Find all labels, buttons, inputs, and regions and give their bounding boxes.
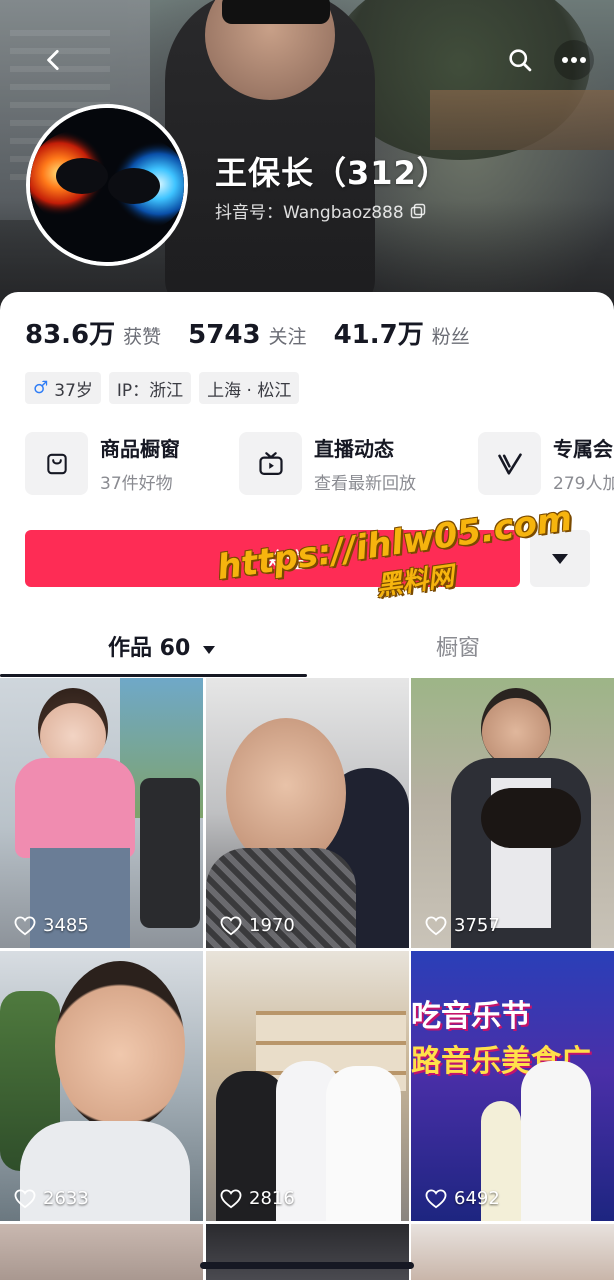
video-thumbnail[interactable]: 吃音乐节 路音乐美食广 6492 (411, 951, 614, 1221)
video-thumbnail[interactable]: 2633 (0, 951, 203, 1221)
stat-likes[interactable]: 83.6万 获赞 (25, 314, 161, 351)
shopping-bag-icon (25, 432, 88, 495)
v-badge-icon (478, 432, 541, 495)
profile-tags: ♂ 37岁 IP：浙江 上海 · 松江 (25, 372, 300, 404)
video-likes-count: 1970 (249, 915, 295, 936)
video-grid: 3485 1970 3757 2633 2816 吃音乐节 路音乐美食广 649… (0, 678, 614, 1280)
video-thumbnail[interactable] (411, 1224, 614, 1280)
video-thumbnail[interactable]: 3485 (0, 678, 203, 948)
service-live-subtitle: 查看最新回放 (314, 474, 416, 494)
search-button[interactable] (500, 40, 540, 80)
service-membership-title: 专属会 (553, 437, 613, 461)
stat-following-label: 关注 (268, 326, 307, 348)
heart-icon (14, 1188, 36, 1208)
more-horizontal-icon (562, 57, 586, 63)
content-tabs: 作品 60 橱窗 (0, 622, 614, 682)
tv-icon (239, 432, 302, 495)
tab-works-label: 作品 60 (108, 636, 191, 661)
video-overlay-title: 吃音乐节 (411, 999, 531, 1031)
cover-shopfront (430, 90, 614, 150)
video-thumbnail[interactable]: 1970 (206, 678, 409, 948)
stats-row: 83.6万 获赞 5743 关注 41.7万 粉丝 (25, 314, 497, 351)
avatar[interactable] (26, 104, 188, 266)
service-showcase-title: 商品橱窗 (100, 437, 180, 461)
service-live-title: 直播动态 (314, 437, 394, 461)
stat-followers[interactable]: 41.7万 粉丝 (334, 314, 470, 351)
chevron-left-icon (47, 49, 59, 71)
avatar-fire-ice-image (30, 108, 184, 262)
tag-gender-age: ♂ 37岁 (25, 372, 101, 404)
video-thumbnail[interactable]: 2816 (206, 951, 409, 1221)
more-options-button[interactable] (554, 40, 594, 80)
service-entries: 商品橱窗 37件好物 直播动态 查看最新回放 专属会 279人加 (25, 432, 614, 502)
service-live[interactable]: 直播动态 查看最新回放 (239, 432, 416, 495)
back-button[interactable] (36, 42, 72, 78)
home-indicator (200, 1262, 414, 1269)
tab-showcase[interactable]: 橱窗 (436, 630, 480, 662)
caret-down-icon (202, 646, 215, 654)
more-actions-button[interactable] (530, 530, 590, 587)
profile-name: 王保长（312） (215, 154, 450, 192)
tag-age-text: 37岁 (54, 380, 93, 401)
video-thumbnail[interactable] (0, 1224, 203, 1280)
male-icon: ♂ (33, 378, 49, 398)
stat-following-value: 5743 (188, 320, 261, 350)
cover-sunglasses (222, 0, 330, 24)
heart-icon (220, 1188, 242, 1208)
service-membership-subtitle: 279人加 (553, 474, 614, 494)
douyin-id-text: 抖音号：Wangbaoz888 (215, 203, 404, 223)
video-likes-count: 3485 (43, 915, 89, 936)
follow-button[interactable]: ＋关注 (25, 530, 520, 587)
stat-followers-label: 粉丝 (431, 326, 470, 348)
profile-card: 83.6万 获赞 5743 关注 41.7万 粉丝 ♂ 37岁 IP：浙江 上海… (0, 292, 614, 682)
video-likes-count: 2816 (249, 1188, 295, 1209)
tag-ip: IP：浙江 (108, 372, 192, 404)
copy-icon[interactable] (410, 203, 426, 219)
stat-followers-value: 41.7万 (333, 320, 424, 350)
video-likes-count: 2633 (43, 1188, 89, 1209)
video-likes-count: 3757 (454, 915, 500, 936)
heart-icon (425, 1188, 447, 1208)
douyin-id: 抖音号：Wangbaoz888 (215, 198, 426, 223)
video-likes-count: 6492 (454, 1188, 500, 1209)
caret-down-icon (552, 553, 568, 564)
tab-works[interactable]: 作品 60 (108, 630, 216, 662)
heart-icon (220, 915, 242, 935)
service-membership[interactable]: 专属会 279人加 (478, 432, 614, 495)
tab-active-indicator (0, 674, 307, 677)
stat-likes-value: 83.6万 (25, 320, 116, 350)
video-overlay-subtitle: 路音乐美食广 (411, 1044, 591, 1076)
stat-likes-label: 获赞 (123, 326, 162, 348)
video-thumbnail[interactable]: 3757 (411, 678, 614, 948)
search-icon (509, 49, 532, 72)
video-thumbnail[interactable] (206, 1224, 409, 1280)
tag-location: 上海 · 松江 (199, 372, 300, 404)
heart-icon (14, 915, 36, 935)
service-showcase[interactable]: 商品橱窗 37件好物 (25, 432, 180, 495)
stat-following[interactable]: 5743 关注 (188, 320, 306, 350)
heart-icon (425, 915, 447, 935)
service-showcase-subtitle: 37件好物 (100, 474, 173, 494)
